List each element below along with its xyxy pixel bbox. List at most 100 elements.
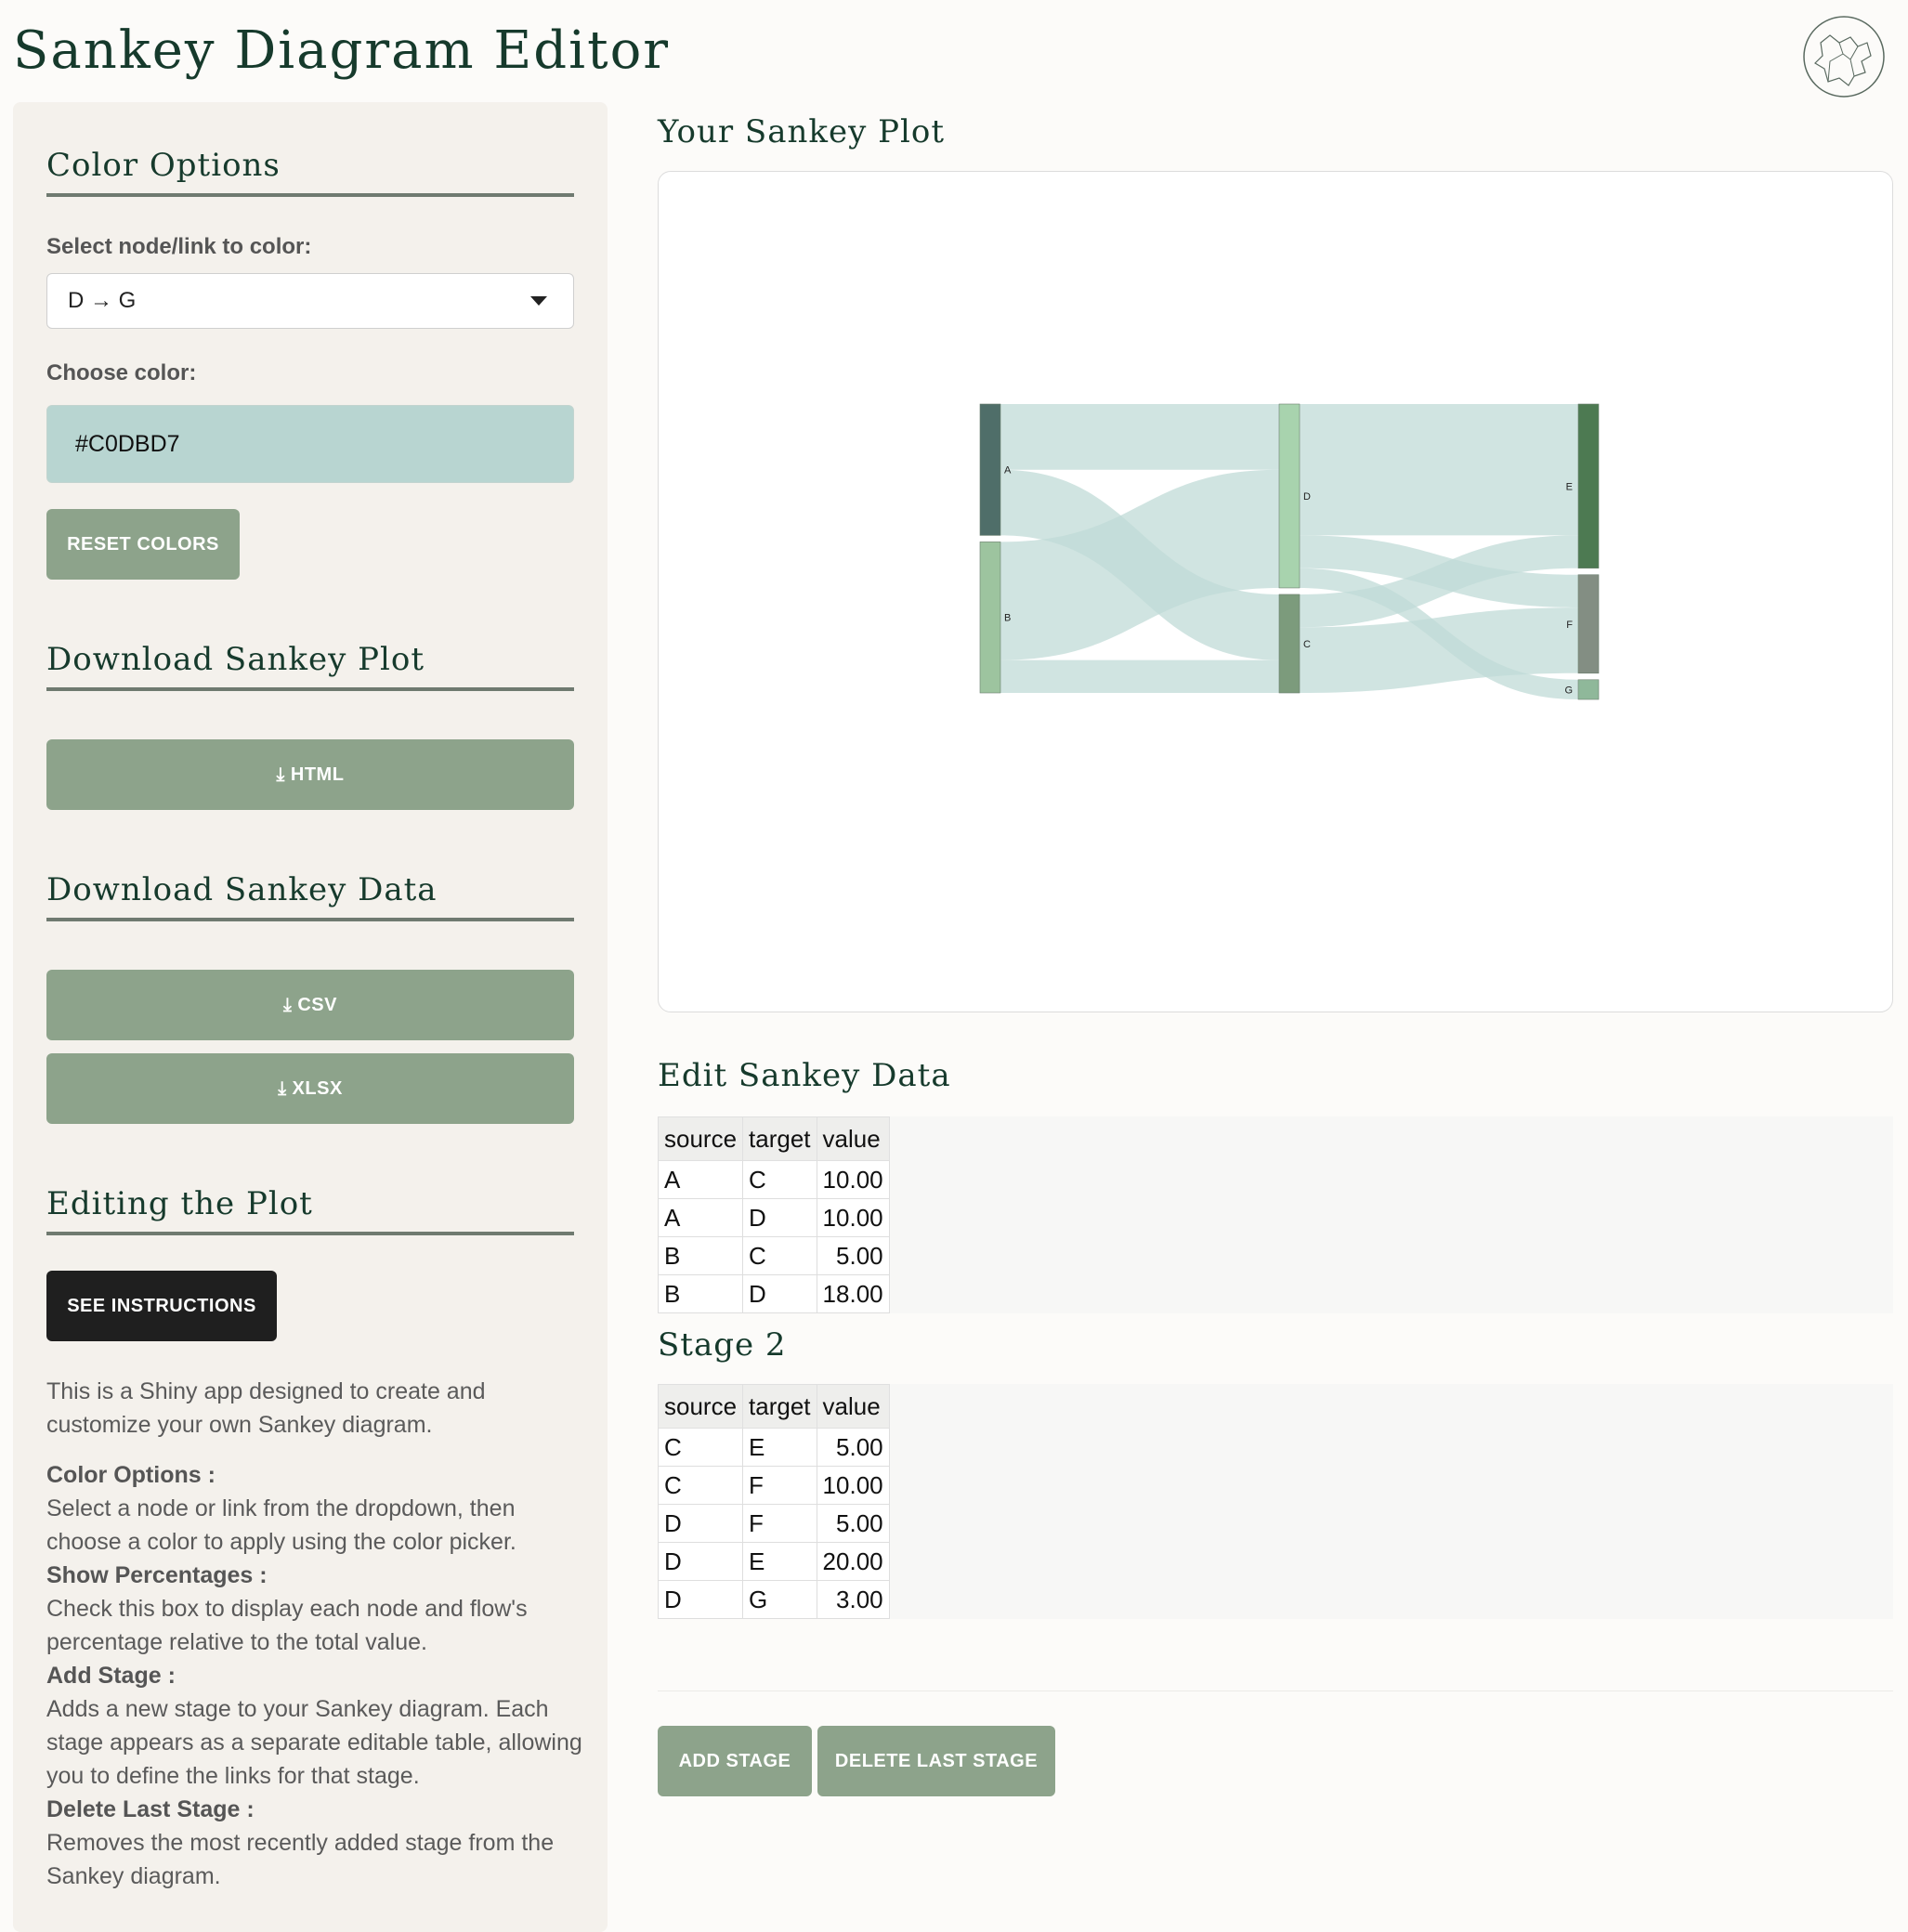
cell-value[interactable]: 5.00 — [816, 1428, 890, 1467]
stage2-table[interactable]: source target value C E 5.00 C F 10.00 D F 5.0… — [657, 1384, 890, 1619]
cell-target[interactable]: C — [742, 1160, 817, 1199]
column-header: target — [742, 1384, 817, 1429]
cell-value[interactable]: 3.00 — [816, 1580, 890, 1619]
download-data-title: Download Sankey Data — [46, 871, 574, 921]
add-stage-label: ADD STAGE — [678, 1750, 791, 1771]
cell-value[interactable]: 18.00 — [816, 1274, 890, 1313]
reset-colors-button[interactable]: RESET COLORS — [46, 509, 240, 580]
sankey-node-label: B — [1004, 613, 1011, 624]
node-link-select[interactable]: D → G — [46, 273, 574, 329]
help-body: Removes the most recently added stage fr… — [46, 1830, 555, 1889]
sankey-node-A[interactable] — [979, 403, 1001, 536]
cell-source[interactable]: C — [657, 1428, 744, 1467]
help-heading: Color Options : — [46, 1462, 216, 1488]
sankey-link-D-E[interactable] — [1300, 404, 1578, 536]
delete-last-stage-button[interactable]: DELETE LAST STAGE — [817, 1726, 1055, 1796]
cell-target[interactable]: E — [742, 1542, 817, 1581]
node-link-select-value: D → G — [68, 288, 137, 313]
cell-value[interactable]: 10.00 — [816, 1160, 890, 1199]
editing-plot-title: Editing the Plot — [46, 1185, 574, 1235]
cell-value[interactable]: 5.00 — [816, 1504, 890, 1543]
sankey-link-B-C[interactable] — [1000, 659, 1279, 693]
sankey-node-E[interactable] — [1577, 403, 1600, 569]
cell-source[interactable]: D — [657, 1504, 744, 1543]
download-xlsx-label: XLSX — [292, 1077, 343, 1099]
stage2-table-wrap: source target value C E 5.00 C F 10.00 D F 5.0… — [657, 1384, 1893, 1619]
color-options-title: Color Options — [46, 147, 574, 197]
help-body: Select a node or link from the dropdown,… — [46, 1495, 516, 1555]
download-csv-button[interactable]: ⤓ CSV — [46, 970, 574, 1040]
help-heading: Delete Last Stage : — [46, 1796, 255, 1822]
download-icon: ⤓ — [276, 764, 285, 785]
divider — [658, 1690, 1893, 1691]
download-xlsx-button[interactable]: ⤓ XLSX — [46, 1053, 574, 1124]
column-header: value — [816, 1116, 890, 1161]
sankey-node-D[interactable] — [1278, 403, 1300, 589]
stage2-title: Stage 2 — [658, 1326, 787, 1364]
sidebar: Color Options Select node/link to color:… — [13, 102, 608, 1932]
help-heading: Show Percentages : — [46, 1562, 268, 1588]
table-row: B C 5.00 — [657, 1236, 890, 1275]
cell-target[interactable]: F — [742, 1504, 817, 1543]
choose-color-label: Choose color: — [46, 360, 197, 385]
table-row: D F 5.00 — [657, 1504, 890, 1543]
cell-value[interactable]: 5.00 — [816, 1236, 890, 1275]
sankey-node-C[interactable] — [1278, 594, 1300, 694]
cell-source[interactable]: C — [657, 1466, 744, 1505]
cell-source[interactable]: A — [657, 1198, 744, 1237]
sankey-node-label: D — [1303, 491, 1311, 503]
cell-source[interactable]: D — [657, 1580, 744, 1619]
cell-source[interactable]: A — [657, 1160, 744, 1199]
stage1-table[interactable]: source target value A C 10.00 A D 10.00 B C 5.… — [657, 1116, 890, 1313]
column-header: source — [657, 1384, 744, 1429]
cell-target[interactable]: E — [742, 1428, 817, 1467]
sankey-node-label: A — [1004, 465, 1012, 476]
cell-target[interactable]: G — [742, 1580, 817, 1619]
cell-target[interactable]: D — [742, 1274, 817, 1313]
cell-target[interactable]: C — [742, 1236, 817, 1275]
cell-value[interactable]: 10.00 — [816, 1198, 890, 1237]
reset-colors-label: RESET COLORS — [67, 533, 219, 555]
stage1-table-wrap: source target value A C 10.00 A D 10.00 B C 5.… — [657, 1116, 1893, 1313]
sankey-node-label: E — [1566, 481, 1573, 492]
table-row: B D 18.00 — [657, 1274, 890, 1313]
table-row: C E 5.00 — [657, 1428, 890, 1467]
edit-data-title: Edit Sankey Data — [658, 1057, 951, 1094]
see-instructions-label: SEE INSTRUCTIONS — [67, 1295, 256, 1316]
table-row: D E 20.00 — [657, 1542, 890, 1581]
color-picker-value: #C0DBD7 — [75, 430, 180, 457]
delete-last-stage-label: DELETE LAST STAGE — [834, 1750, 1039, 1771]
cell-source[interactable]: B — [657, 1274, 744, 1313]
column-header: value — [816, 1384, 890, 1429]
sankey-node-F[interactable] — [1577, 574, 1600, 674]
select-node-label: Select node/link to color: — [46, 234, 312, 259]
column-header: target — [742, 1116, 817, 1161]
help-body: Adds a new stage to your Sankey diagram.… — [46, 1696, 582, 1789]
download-html-button[interactable]: ⤓ HTML — [46, 739, 574, 810]
cell-value[interactable]: 20.00 — [816, 1542, 890, 1581]
cell-target[interactable]: F — [742, 1466, 817, 1505]
plot-title: Your Sankey Plot — [658, 113, 946, 150]
help-text: This is a Shiny app designed to create a… — [46, 1375, 585, 1893]
add-stage-button[interactable]: ADD STAGE — [658, 1726, 812, 1796]
table-row: D G 3.00 — [657, 1580, 890, 1619]
sankey-node-label: C — [1303, 639, 1311, 650]
sankey-node-B[interactable] — [979, 542, 1001, 694]
sankey-node-G[interactable] — [1577, 679, 1600, 700]
cell-source[interactable]: B — [657, 1236, 744, 1275]
sankey-link-A-D[interactable] — [1000, 404, 1279, 470]
cell-value[interactable]: 10.00 — [816, 1466, 890, 1505]
download-icon: ⤓ — [283, 994, 293, 1015]
sankey-svg[interactable]: A B D C E F G — [659, 172, 1894, 1013]
cell-target[interactable]: D — [742, 1198, 817, 1237]
color-picker-input[interactable]: #C0DBD7 — [46, 405, 574, 483]
table-row: C F 10.00 — [657, 1466, 890, 1505]
cell-source[interactable]: D — [657, 1542, 744, 1581]
download-icon: ⤓ — [278, 1077, 287, 1099]
sankey-node-label: F — [1566, 620, 1573, 631]
help-intro: This is a Shiny app designed to create a… — [46, 1378, 486, 1438]
help-heading: Add Stage : — [46, 1663, 176, 1689]
sankey-plot[interactable]: A B D C E F G — [658, 171, 1893, 1012]
see-instructions-button[interactable]: SEE INSTRUCTIONS — [46, 1271, 277, 1341]
logo-icon — [1803, 16, 1885, 98]
